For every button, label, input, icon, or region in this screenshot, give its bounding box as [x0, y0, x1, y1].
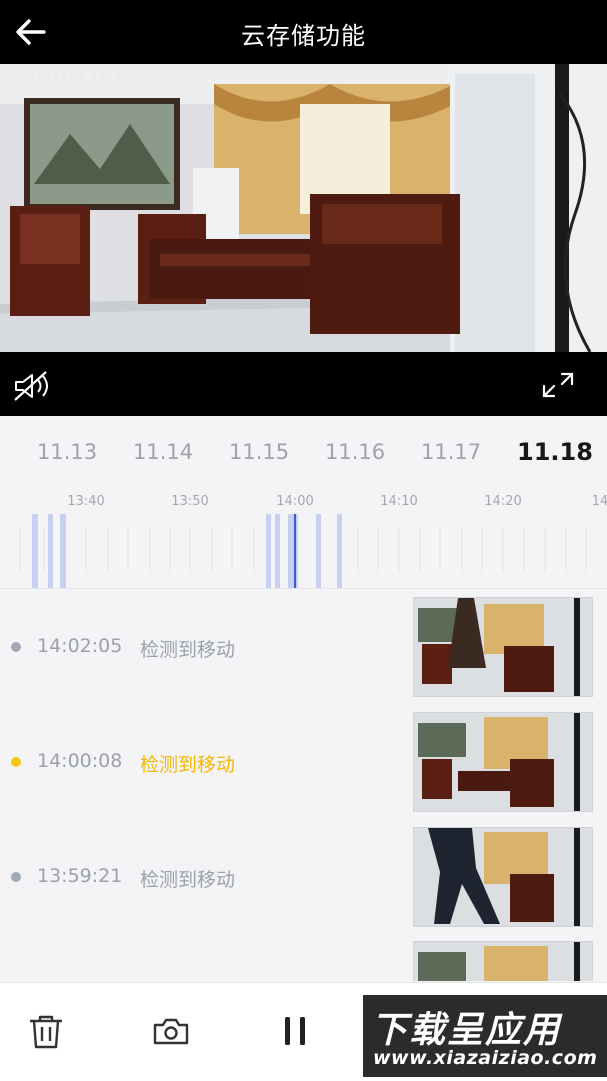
fullscreen-icon[interactable]: [540, 370, 576, 400]
recording-timeline[interactable]: 13:40 13:50 14:00 14:10 14:20 14: [0, 490, 607, 589]
event-dot: [11, 872, 21, 882]
date-tab[interactable]: 11.15: [229, 440, 289, 464]
speaker-muted-icon[interactable]: [12, 370, 56, 402]
event-dot: [11, 757, 21, 767]
camera-icon[interactable]: [151, 1013, 191, 1051]
event-dot: [11, 642, 21, 652]
date-tab[interactable]: 11.14: [133, 440, 193, 464]
event-thumbnail[interactable]: [413, 712, 593, 812]
timeline-tick-label: 14:10: [380, 494, 418, 509]
date-tab[interactable]: 11.16: [325, 440, 385, 464]
pause-icon[interactable]: [276, 1013, 316, 1051]
event-thumbnail[interactable]: [413, 827, 593, 927]
event-row[interactable]: [0, 941, 607, 981]
video-timestamp: 2021-11-18 14:00:07: [6, 72, 153, 86]
event-row[interactable]: 14:00:08 检测到移动: [0, 712, 607, 812]
event-time: 14:00:08: [37, 750, 123, 772]
event-label: 检测到移动: [140, 754, 236, 776]
camera-video-frame: [0, 64, 607, 352]
video-player[interactable]: 2021-11-18 14:00:07: [0, 64, 607, 416]
event-time: 14:02:05: [37, 635, 123, 657]
watermark-logo: 下载呈应用 www.xiazaiziao.com: [363, 995, 607, 1077]
timeline-tick-label: 13:50: [171, 494, 209, 509]
page-title: 云存储功能: [241, 22, 366, 50]
event-time: 13:59:21: [37, 865, 123, 887]
timeline-tick-label: 14:00: [276, 494, 314, 509]
timeline-tick-label: 14:20: [484, 494, 522, 509]
event-row[interactable]: 13:59:21 检测到移动: [0, 827, 607, 927]
event-row[interactable]: 14:02:05 检测到移动: [0, 597, 607, 697]
event-thumbnail[interactable]: [413, 597, 593, 697]
date-tab[interactable]: 11.13: [37, 440, 97, 464]
event-thumbnail[interactable]: [413, 941, 593, 981]
date-tab[interactable]: 11.17: [421, 440, 481, 464]
timeline-tick-label: 13:40: [67, 494, 105, 509]
date-tab-selected[interactable]: 11.18: [517, 438, 593, 466]
event-label: 检测到移动: [140, 869, 236, 891]
top-bar: 云存储功能: [0, 0, 607, 64]
timeline-track: [19, 514, 587, 588]
watermark-url: www.xiazaiziao.com: [373, 1047, 598, 1069]
motion-events-list: 14:02:05 检测到移动 14:00:08 检测到移动 13:59:21 检: [0, 589, 607, 981]
trash-icon[interactable]: [26, 1013, 66, 1051]
watermark-title: 下载呈应用: [371, 1010, 562, 1051]
date-selector: 11.13 11.14 11.15 11.16 11.17 11.18: [0, 416, 607, 490]
event-label: 检测到移动: [140, 639, 236, 661]
timeline-tick-label: 14: [591, 494, 607, 509]
